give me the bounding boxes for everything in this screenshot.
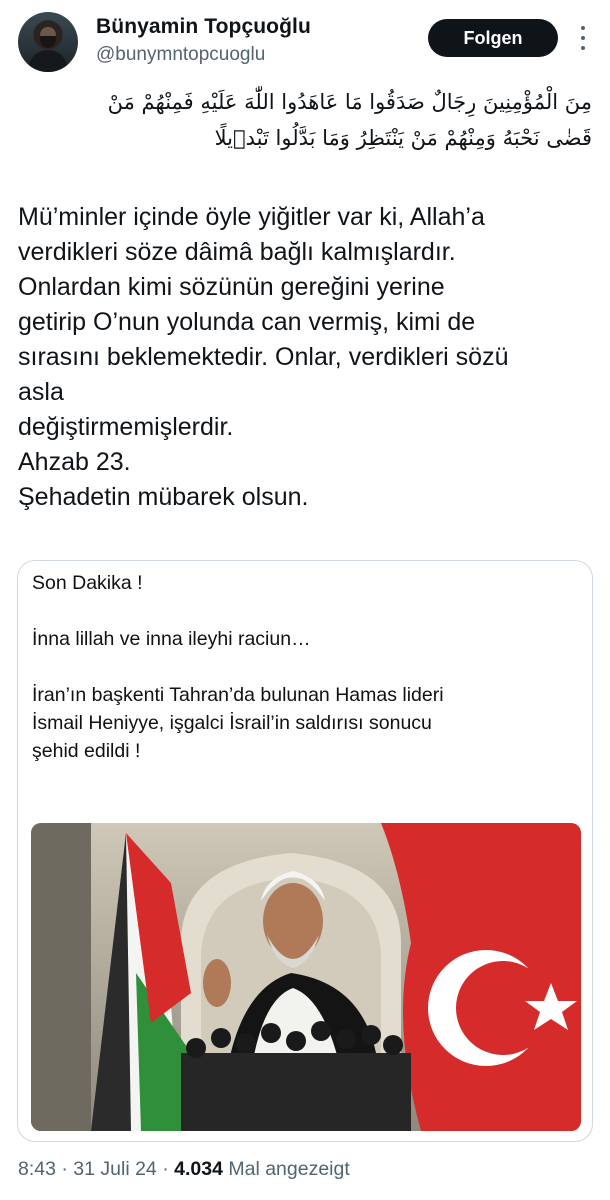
pillar-left [31,823,91,1131]
microphones [181,1021,411,1131]
tweet-line: verdikleri söze dâimâ bağlı kalmışlardır… [18,238,456,266]
news-photo-illustration [31,823,581,1131]
tweet-line: değiştirmemişlerdir. [18,413,234,441]
follow-button[interactable]: Folgen [428,19,558,57]
arabic-line: قَضٰى نَحْبَهُ وَمِنْهُمْ مَنْ يَنْتَظِر… [214,126,592,150]
card-body-line: İsmail Heniyye, işgalci İsrail’in saldır… [32,712,432,734]
arabic-line: مِنَ الْمُؤْمِنِينَ رِجَالٌ صَدَقُوا مَا… [107,90,592,114]
tweet-header: Bünyamin Topçuoğlu @bunymntopcuoglu Folg… [18,12,592,74]
tweet-date[interactable]: 31 Juli 24 [73,1158,156,1180]
tweet-line: asla [18,378,64,406]
tweet-time[interactable]: 8:43 [18,1158,56,1180]
author-name[interactable]: Bünyamin Topçuoğlu [96,15,311,39]
card-body-line: şehid edildi ! [32,740,141,762]
tweet-line: getirip O’nun yolunda can vermiş, kimi d… [18,308,476,336]
card-line: İnna lillah ve inna ileyhi raciun… [32,628,311,650]
tweet-line: sırasını beklemektedir. Onlar, verdikler… [18,343,509,371]
news-photo[interactable] [31,823,581,1131]
tweet-line: Ahzab 23. [18,448,131,476]
tweet-text: Mü’minler içinde öyle yiğitler var ki, A… [18,200,592,515]
speaker-hand [203,959,231,1007]
tweet-line: Onlardan kimi sözünün gereğini yerine [18,273,445,301]
card-headline: Son Dakika ! [32,572,143,594]
tweet-line: Mü’minler içinde öyle yiğitler var ki, A… [18,203,485,231]
tweet-meta: 8:43 · 31 Juli 24 · 4.034 Mal angezeigt [18,1158,350,1181]
card-body-line: İran’ın başkenti Tahran’da bulunan Hamas… [32,684,444,706]
embedded-image-card[interactable]: Son Dakika ! İnna lillah ve inna ileyhi … [17,560,593,1142]
meta-separator: · [55,1158,74,1180]
arabic-verse: مِنَ الْمُؤْمِنِينَ رِجَالٌ صَدَقُوا مَا… [18,84,592,156]
views-count: 4.034 [174,1158,223,1180]
avatar-beard [40,36,56,48]
tweet-line: Şehadetin mübarek olsun. [18,483,309,511]
meta-separator: · [156,1158,175,1180]
card-text: Son Dakika ! İnna lillah ve inna ileyhi … [32,569,580,765]
author-handle[interactable]: @bunymntopcuoglu [96,44,265,66]
avatar[interactable] [18,12,78,72]
views-label: Mal angezeigt [222,1158,350,1180]
avatar-body [28,50,68,72]
more-vertical-icon[interactable] [576,26,590,50]
